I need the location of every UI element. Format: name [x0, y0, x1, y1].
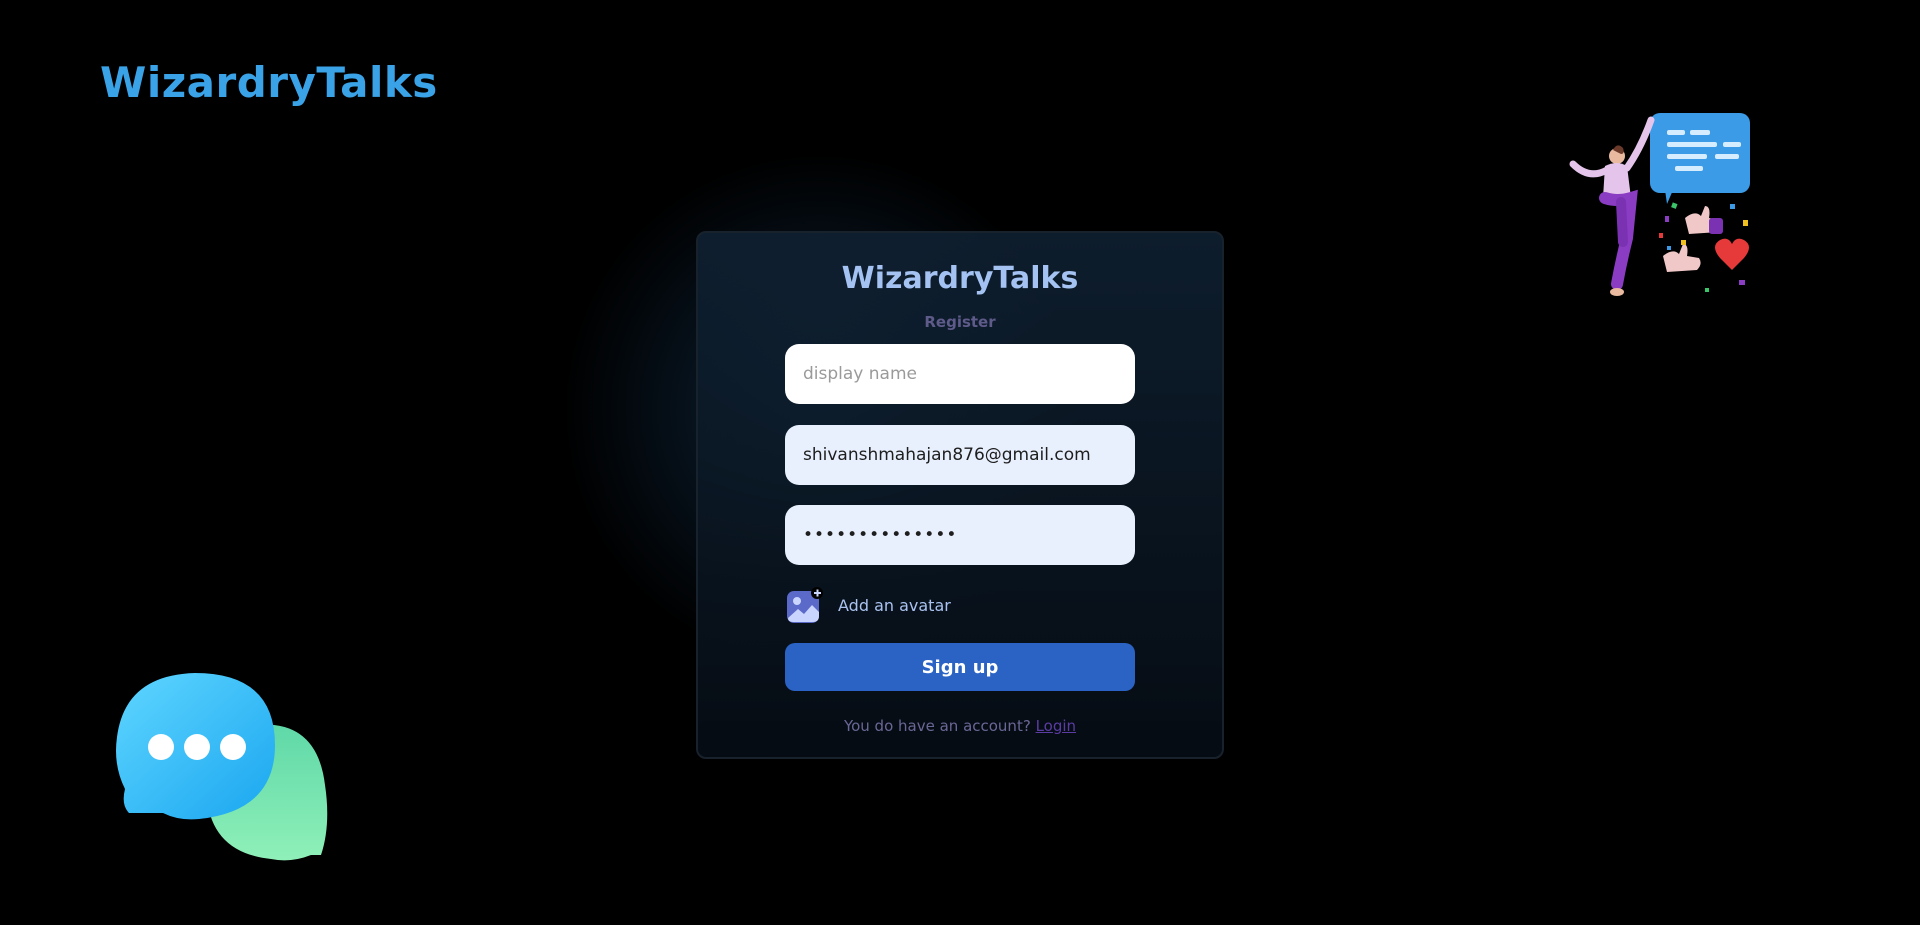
page: WizardryTalks WizardryTalks Register dis… — [0, 0, 1920, 925]
sign-up-button[interactable]: Sign up — [785, 643, 1135, 691]
card-subtitle: Register — [924, 313, 996, 331]
add-avatar-label: Add an avatar — [838, 595, 951, 615]
email-input[interactable] — [785, 425, 1135, 485]
add-image-icon — [787, 587, 823, 623]
login-prompt-text: You do have an account? — [843, 717, 1031, 735]
chat-bubbles-icon — [116, 673, 328, 861]
register-card: WizardryTalks Register Add an avatar Sig… — [696, 231, 1224, 759]
login-prompt: You do have an account? Login — [698, 717, 1222, 735]
brand-logo: WizardryTalks — [100, 58, 438, 107]
password-input[interactable] — [785, 505, 1135, 565]
display-name-input[interactable] — [785, 344, 1135, 404]
card-title: WizardryTalks — [841, 261, 1079, 296]
social-celebration-illustration — [1569, 113, 1750, 296]
add-avatar-button[interactable]: Add an avatar — [786, 585, 951, 625]
login-link[interactable]: Login — [1036, 717, 1076, 735]
